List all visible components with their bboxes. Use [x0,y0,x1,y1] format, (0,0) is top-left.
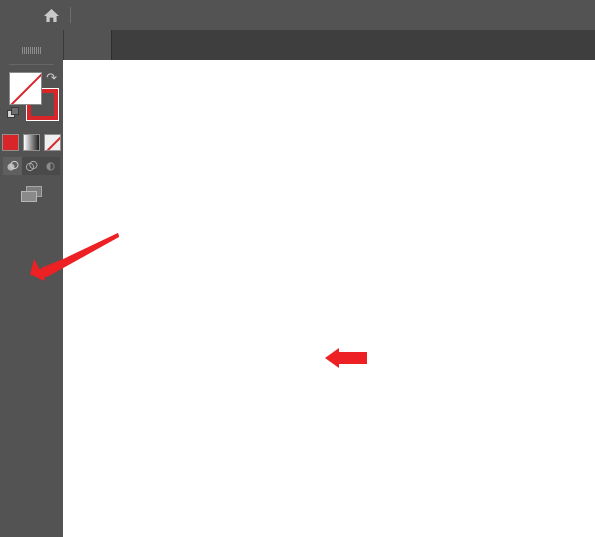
tool-grid [0,57,63,59]
document-tab-bar [0,30,595,60]
gradient-mode-button[interactable] [23,134,40,151]
document-canvas[interactable] [63,60,595,537]
collapse-panel-icon[interactable] [0,30,63,44]
illustrator-window: ↷ [0,0,595,537]
none-mode-button[interactable] [44,134,61,151]
close-icon[interactable] [89,38,103,52]
color-mode-buttons [0,134,63,151]
watermark-text [112,30,136,60]
fill-none-slash-icon [10,73,41,104]
default-fill-stroke-icon[interactable] [7,107,20,120]
draw-behind-button[interactable] [22,157,41,175]
fill-swatch[interactable] [9,72,42,105]
swap-fill-stroke-icon[interactable]: ↷ [46,70,57,86]
document-tab[interactable] [64,30,112,60]
panel-drag-grip[interactable] [0,44,63,57]
artwork-svg [63,60,595,537]
draw-normal-button[interactable] [3,157,22,175]
draw-inside-button[interactable] [41,157,60,175]
fill-stroke-controls: ↷ [0,68,63,130]
tools-divider [9,64,54,65]
draw-mode-buttons [0,157,63,175]
screen-mode-button[interactable] [0,184,63,204]
menu-bar [0,0,595,30]
home-icon[interactable] [34,0,68,30]
color-mode-button[interactable] [2,134,19,151]
app-logo [0,0,34,30]
tools-panel: ↷ [0,30,64,537]
menu-divider [70,7,71,23]
